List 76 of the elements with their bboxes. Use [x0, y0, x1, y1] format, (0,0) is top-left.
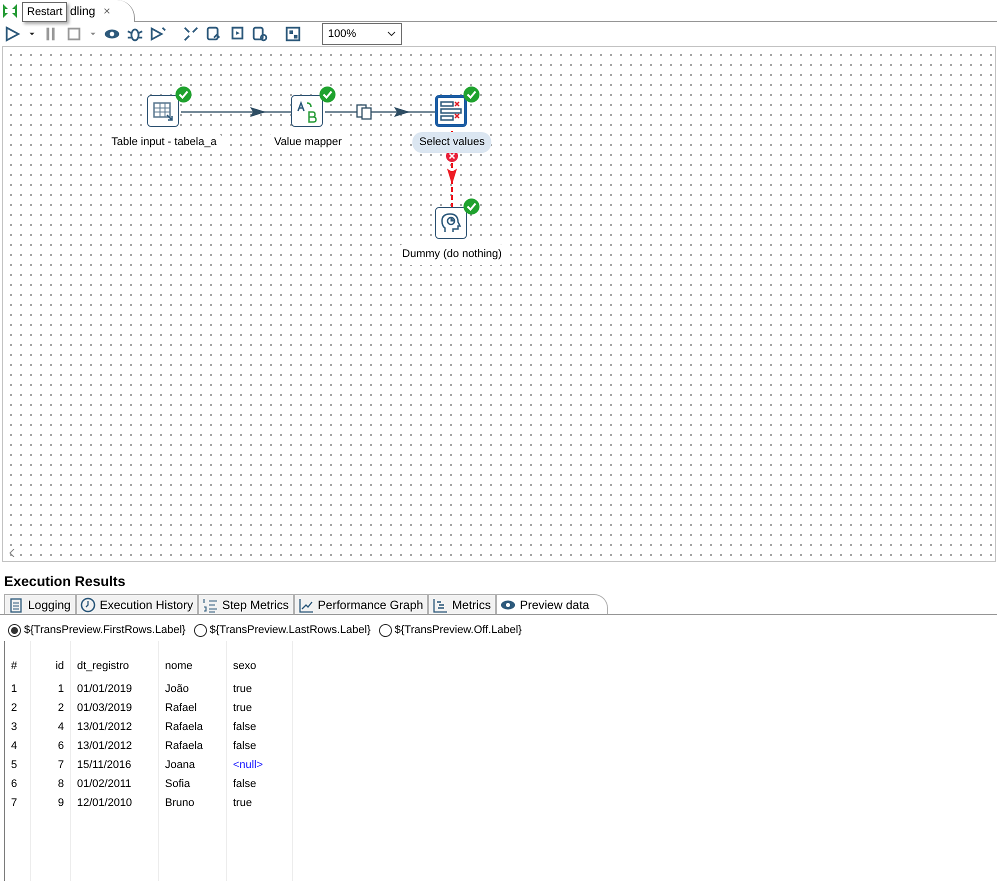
tooltip: Restart: [22, 2, 68, 22]
table-cell-text: 13/01/2012: [76, 720, 134, 735]
column-header[interactable]: nome: [159, 656, 226, 680]
table-cell-text: 3: [10, 720, 18, 735]
chevron-down-icon: [387, 31, 396, 37]
table-cell-text: João: [164, 682, 190, 697]
restart-icon[interactable]: [2, 3, 18, 19]
table-cell-text: Joana: [164, 758, 196, 773]
grid-icon[interactable]: [283, 24, 303, 44]
select-rows-icon: [439, 99, 463, 123]
table-cell-text: Sofia: [164, 777, 192, 792]
column-header[interactable]: #: [5, 656, 30, 680]
table-cell-text: 13/01/2012: [76, 739, 134, 754]
table-cell-text: 4: [56, 720, 65, 735]
table-cell-text: 7: [10, 796, 18, 811]
radio-option[interactable]: ${TransPreview.Off.Label}: [378, 619, 522, 641]
search-icon[interactable]: [250, 24, 270, 44]
results-tab[interactable]: Step Metrics: [198, 594, 294, 614]
editor-tab[interactable]: dling: [70, 2, 96, 20]
table-cell-text: Rafaela: [164, 739, 204, 754]
results-tab[interactable]: Performance Graph: [294, 594, 428, 614]
table-cell-text: Rafael: [164, 701, 198, 716]
table-cell-text: 01/01/2019: [76, 682, 134, 697]
panel-title: Execution Results: [3, 572, 126, 591]
zoom-dropdown[interactable]: 100%: [322, 23, 402, 45]
run-icon[interactable]: [3, 24, 23, 44]
table-cell-text: 12/01/2010: [76, 796, 134, 811]
hop-arrow[interactable]: [181, 107, 291, 117]
head-icon: [439, 211, 463, 235]
arrows-icon[interactable]: [181, 24, 201, 44]
table-cell-text: 1: [56, 682, 65, 697]
table-cell-text: 2: [10, 701, 18, 716]
table-cell-text: false: [232, 720, 258, 735]
radio-option[interactable]: ${TransPreview.FirstRows.Label}: [8, 619, 186, 641]
close-icon[interactable]: ×: [103, 2, 110, 20]
table-cell-text: true: [232, 682, 253, 697]
numbered-list-icon: [202, 596, 218, 612]
step-node[interactable]: [147, 95, 179, 127]
results-tab[interactable]: Execution History: [76, 594, 198, 614]
table-cell-text: 9: [56, 796, 65, 811]
table-cell-text: 1: [10, 682, 18, 697]
results-tab[interactable]: Metrics: [428, 594, 496, 614]
bars-icon: [432, 596, 448, 612]
table-cell-text: 6: [56, 739, 65, 754]
table-cell-text: 6: [10, 777, 18, 792]
table-cell-text: 2: [56, 701, 65, 716]
document-icon: [8, 596, 24, 612]
table-cell-text: 7: [56, 758, 65, 773]
table-cell-text: 15/11/2016: [76, 758, 132, 773]
step-node[interactable]: [435, 207, 467, 239]
table-cell-text: true: [232, 796, 253, 811]
mapper-icon: [295, 99, 319, 123]
table-cell-text: 01/03/2019: [76, 701, 134, 716]
table-cell-text: Rafaela: [164, 720, 204, 735]
step-label: Select values: [412, 132, 492, 152]
step-node[interactable]: [435, 95, 467, 127]
radio-option[interactable]: ${TransPreview.LastRows.Label}: [194, 619, 371, 641]
table-cell-text: 8: [56, 777, 65, 792]
table-cell-text: true: [232, 701, 253, 716]
table-cell-text: 4: [10, 739, 18, 754]
column-header[interactable]: dt_registro: [71, 656, 158, 680]
clock-icon: [80, 596, 96, 612]
step-node[interactable]: [291, 95, 323, 127]
table-cell-text: false: [232, 777, 258, 792]
table-cell-text: 01/02/2011: [76, 777, 132, 792]
table-cell-text: false: [232, 739, 258, 754]
results-tab[interactable]: Logging: [4, 594, 76, 614]
column-header[interactable]: sexo: [227, 656, 292, 680]
line-chart-icon: [298, 596, 314, 612]
results-tab[interactable]: Preview data: [496, 594, 608, 614]
table-cell-text: 5: [10, 758, 18, 773]
hop-arrow[interactable]: [325, 107, 435, 117]
scroll-left-icon[interactable]: [9, 549, 15, 557]
table-cell-text: <null>: [232, 758, 264, 773]
table-cell-text: Bruno: [164, 796, 196, 811]
column-header[interactable]: id: [31, 656, 70, 680]
